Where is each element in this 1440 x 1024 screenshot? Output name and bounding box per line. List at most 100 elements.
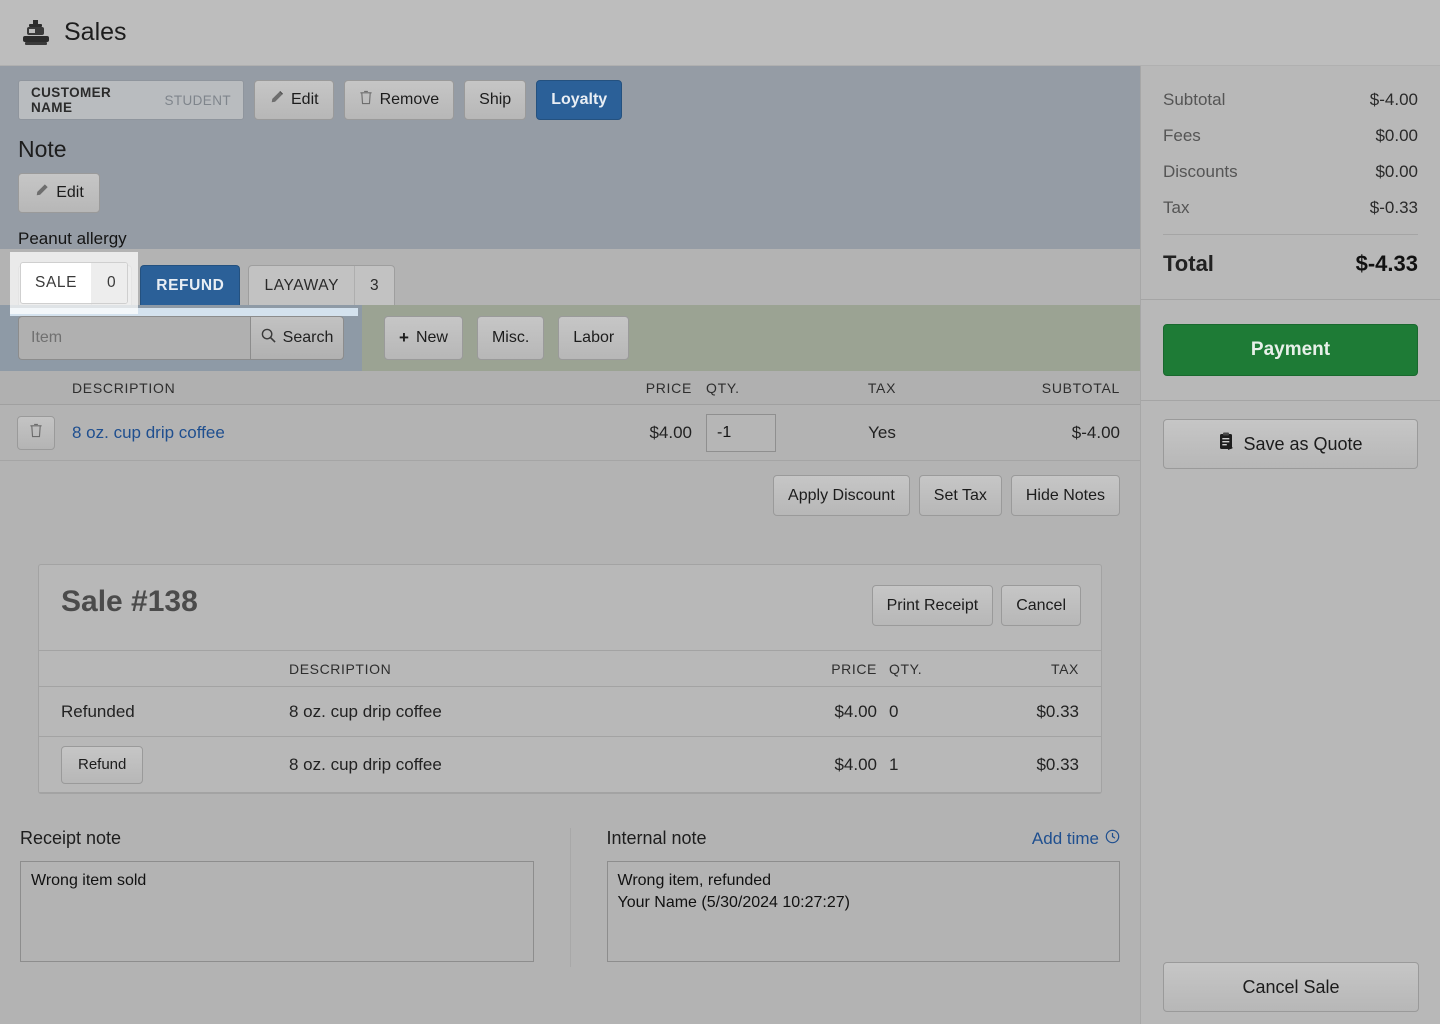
customer-name-field[interactable]: CUSTOMER NAME STUDENT [18, 80, 244, 120]
total-row-tax: Tax $-0.33 [1163, 190, 1418, 226]
customer-remove-button[interactable]: Remove [343, 80, 455, 120]
customer-loyalty-button[interactable]: Loyalty [536, 80, 623, 120]
payment-button[interactable]: Payment [1163, 324, 1418, 376]
note-edit-button[interactable]: Edit [18, 173, 100, 213]
pencil-icon [34, 183, 49, 203]
add-time-label: Add time [1031, 828, 1099, 848]
save-as-quote-label: Save as Quote [1243, 433, 1363, 454]
delete-item-cell [0, 415, 72, 450]
plus-icon: + [399, 328, 409, 347]
labor-item-label: Labor [573, 329, 615, 346]
sale-cancel-button[interactable]: Cancel [1001, 585, 1081, 626]
customer-ship-button[interactable]: Ship [464, 80, 527, 120]
cash-register-icon [22, 19, 50, 46]
item-description-link[interactable]: 8 oz. cup drip coffee [72, 423, 225, 442]
cancel-sale-button[interactable]: Cancel Sale [1163, 962, 1419, 1012]
item-search-box: Search [18, 316, 344, 360]
item-subtotal-cell: $-4.00 [1071, 422, 1120, 442]
new-item-label: New [415, 329, 448, 346]
internal-note-textarea[interactable] [606, 861, 1120, 962]
tax-label: Tax [1163, 198, 1190, 217]
discounts-label: Discounts [1163, 162, 1238, 181]
misc-item-button[interactable]: Misc. [476, 316, 545, 360]
apply-discount-button[interactable]: Apply Discount [773, 475, 910, 516]
totals-sidebar: Subtotal $-4.00 Fees $0.00 Discounts $0.… [1140, 66, 1440, 1024]
cancel-sale-section: Cancel Sale [1141, 962, 1440, 1012]
table-row: 8 oz. cup drip coffee $4.00 Yes $-4.00 [0, 405, 1140, 461]
items-col-subtotal: SUBTOTAL [1041, 379, 1120, 396]
payment-section: Payment [1141, 300, 1440, 400]
item-search-row: Search + New Misc. Labor [0, 305, 1140, 371]
internal-note-group: Internal note Add time [569, 828, 1120, 967]
sale-row-price: $4.00 [834, 701, 877, 721]
items-table-header: DESCRIPTION PRICE QTY. TAX SUBTOTAL [0, 371, 1140, 405]
search-input[interactable] [18, 316, 250, 360]
trash-icon [29, 423, 43, 443]
sale-tab-highlight-count: 0 [91, 263, 127, 303]
customer-remove-label: Remove [379, 91, 440, 108]
page-title: Sales [64, 18, 127, 46]
item-qty-input[interactable] [706, 413, 776, 452]
receipt-note-textarea[interactable] [20, 861, 534, 962]
sale-row-state: Refunded [61, 701, 135, 721]
save-as-quote-button[interactable]: Save as Quote [1163, 419, 1418, 469]
tab-layaway-label: LAYAWAY [264, 276, 340, 294]
fees-label: Fees [1163, 126, 1201, 145]
tab-refund-label: REFUND [156, 276, 225, 294]
labor-item-button[interactable]: Labor [558, 316, 630, 360]
item-qty-cell [692, 413, 792, 452]
total-row-discounts: Discounts $0.00 [1163, 154, 1418, 190]
hide-notes-button[interactable]: Hide Notes [1010, 475, 1120, 516]
item-price-cell: $4.00 [649, 422, 692, 442]
new-item-button[interactable]: + New [384, 316, 463, 360]
receipt-note-group: Receipt note [20, 828, 534, 967]
sale-number: Sale #138 [61, 585, 198, 618]
customer-name-value: STUDENT [164, 92, 231, 108]
sale-col-tax: TAX [1051, 660, 1079, 677]
note-heading: Note [18, 136, 67, 162]
tab-refund[interactable]: REFUND [140, 265, 241, 305]
item-description-cell: 8 oz. cup drip coffee [72, 423, 618, 443]
totals-list: Subtotal $-4.00 Fees $0.00 Discounts $0.… [1141, 66, 1440, 299]
customer-row: CUSTOMER NAME STUDENT Edit Remove Ship L… [18, 80, 1122, 120]
sale-cancel-label: Cancel [1016, 596, 1066, 614]
sale-row-qty: 1 [889, 754, 899, 774]
print-receipt-label: Print Receipt [886, 596, 979, 614]
set-tax-button[interactable]: Set Tax [918, 475, 1002, 516]
cancel-sale-label: Cancel Sale [1242, 976, 1340, 997]
item-create-band: + New Misc. Labor [362, 305, 1140, 371]
total-row-fees: Fees $0.00 [1163, 118, 1418, 154]
search-button[interactable]: Search [250, 316, 344, 360]
delete-item-button[interactable] [17, 415, 55, 450]
customer-edit-label: Edit [291, 91, 319, 108]
sale-tab-highlighted[interactable]: SALE 0 [20, 262, 128, 304]
item-search-band: Search [0, 305, 362, 371]
hide-notes-label: Hide Notes [1025, 486, 1105, 504]
add-time-link[interactable]: Add time [1032, 829, 1120, 849]
refund-item-button[interactable]: Refund [61, 745, 144, 784]
tab-layaway[interactable]: LAYAWAY 3 [248, 265, 396, 305]
print-receipt-button[interactable]: Print Receipt [871, 585, 994, 626]
item-tax-cell: Yes [868, 422, 896, 442]
totals-divider [1163, 234, 1418, 235]
pencil-icon [269, 90, 284, 110]
search-button-label: Search [282, 329, 334, 346]
sale-table-header: DESCRIPTION PRICE QTY. TAX [39, 650, 1101, 687]
total-row-subtotal: Subtotal $-4.00 [1163, 82, 1418, 118]
tax-value: $-0.33 [1369, 198, 1418, 217]
customer-name-label: CUSTOMER NAME [31, 85, 112, 115]
search-icon [261, 328, 276, 348]
misc-item-label: Misc. [491, 329, 530, 346]
customer-edit-button[interactable]: Edit [254, 80, 334, 120]
sale-row-description: 8 oz. cup drip coffee [289, 754, 442, 774]
tab-layaway-count: 3 [354, 266, 394, 305]
table-row: Refunded 8 oz. cup drip coffee $4.00 0 $… [39, 687, 1101, 737]
discounts-value: $0.00 [1375, 162, 1418, 181]
notes-section: Receipt note Internal note Add time [0, 828, 1140, 967]
internal-note-label: Internal note [606, 828, 707, 848]
sale-row-tax: $0.33 [1036, 701, 1079, 721]
note-text: Peanut allergy [18, 229, 127, 248]
app-header: Sales [0, 0, 1440, 66]
note-edit-label: Edit [56, 184, 84, 201]
set-tax-label: Set Tax [933, 486, 987, 504]
